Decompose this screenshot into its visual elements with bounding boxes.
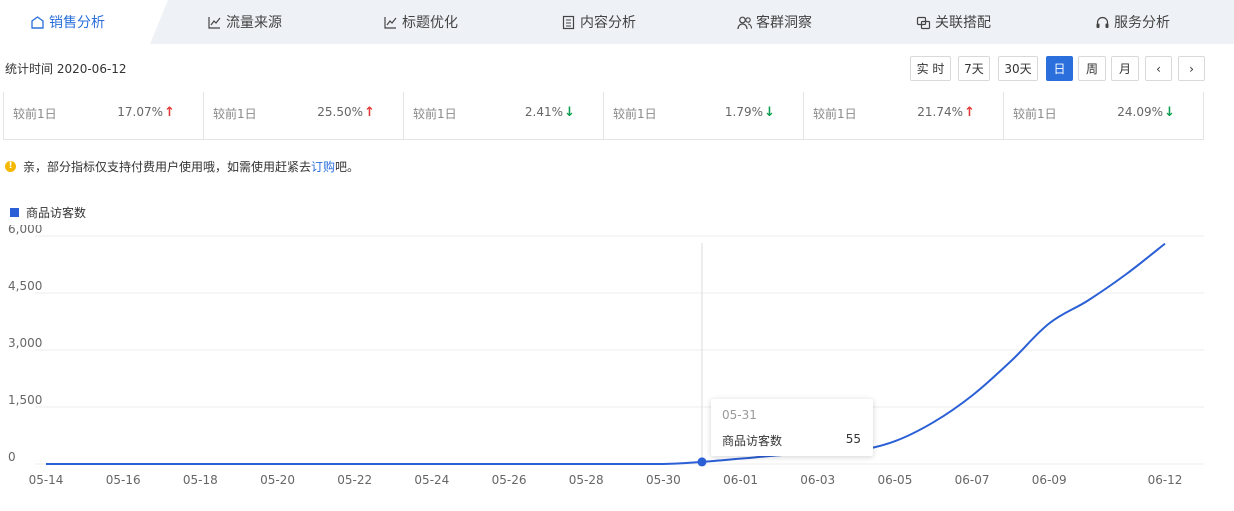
x-tick-label: 05-22 (337, 473, 372, 487)
x-tick-label: 05-16 (106, 473, 141, 487)
tab-label: 客群洞察 (756, 15, 812, 31)
series-line (46, 242, 1166, 465)
notice: ! 亲，部分指标仅支持付费用户使用哦，如需使用赶紧去 订购 吧。 (5, 158, 359, 175)
x-tick-label: 06-05 (877, 473, 912, 487)
metric-cell: 较前1日 1.79% ↓ (604, 92, 804, 139)
metric-cell: 较前1日 17.07% ↑ (4, 92, 204, 139)
tab-label: 服务分析 (1114, 15, 1170, 31)
arrow-down-icon: ↓ (564, 105, 575, 120)
tab-5[interactable]: 关联搭配 (916, 0, 991, 44)
stat-time: 统计时间 2020-06-12 (5, 62, 127, 76)
line-chart-icon (383, 15, 398, 30)
metric-percent: 17.07% (117, 105, 163, 119)
metric-percent: 24.09% (1117, 105, 1163, 119)
metric-percent: 25.50% (317, 105, 363, 119)
legend-label: 商品访客数 (26, 206, 87, 220)
x-tick-label: 05-30 (646, 473, 681, 487)
metric-label: 较前1日 (213, 107, 257, 121)
tab-bar: 销售分析 流量来源 标题优化 内容分析 客群洞察 关联搭配 服务分析 (0, 0, 1234, 44)
arrow-down-icon: ↓ (1164, 105, 1175, 120)
users-icon (737, 15, 753, 30)
x-tick-label: 05-28 (569, 473, 604, 487)
notice-text: 亲，部分指标仅支持付费用户使用哦，如需使用赶紧去 (23, 160, 312, 174)
metric-cell: 较前1日 25.50% ↑ (204, 92, 404, 139)
stat-bar: 统计时间 2020-06-12 实 时 7天 30天日周月 ‹ › (0, 44, 1234, 92)
line-chart-icon (207, 15, 222, 30)
tab-6[interactable]: 服务分析 (1095, 0, 1170, 44)
legend-swatch (10, 208, 19, 217)
visitor-line-chart[interactable]: 6,000 4,500 3,000 1,500 0 05-14 05-16 05-18 05-2… (0, 225, 1234, 511)
y-tick-label: 4,500 (8, 279, 42, 293)
range-button[interactable]: 7天 (958, 56, 990, 81)
tooltip-value: 55 (845, 432, 861, 446)
range-button[interactable]: 周 (1078, 56, 1106, 81)
y-tick-label: 3,000 (8, 336, 42, 350)
y-tick-label: 6,000 (8, 225, 42, 236)
tab-label: 流量来源 (226, 15, 282, 31)
x-tick-label: 06-09 (1032, 473, 1067, 487)
tab-label: 内容分析 (580, 15, 636, 31)
x-tick-label: 05-18 (183, 473, 218, 487)
y-tick-label: 0 (8, 450, 16, 464)
headset-icon (1095, 15, 1110, 30)
metric-label: 较前1日 (13, 107, 57, 121)
notice-suffix: 吧。 (335, 160, 360, 174)
metric-percent: 21.74% (917, 105, 963, 119)
range-button[interactable]: 30天 (998, 56, 1038, 81)
metric-label: 较前1日 (813, 107, 857, 121)
tab-1[interactable]: 流量来源 (207, 0, 282, 44)
metric-cell: 较前1日 2.41% ↓ (404, 92, 604, 139)
x-tick-label: 05-20 (260, 473, 295, 487)
metric-percent: 1.79% (724, 105, 763, 119)
metric-cell: 较前1日 24.09% ↓ (1004, 92, 1203, 139)
range-button[interactable]: 月 (1111, 56, 1139, 81)
arrow-up-icon: ↑ (164, 105, 175, 120)
chart-legend[interactable]: 商品访客数 (10, 204, 86, 221)
tooltip-series-name: 商品访客数 (722, 434, 783, 448)
metrics-row: 较前1日 17.07% ↑ 较前1日 25.50% ↑ 较前1日 2.41% ↓ 较前1日 1.79… (3, 92, 1204, 140)
tab-label: 销售分析 (49, 15, 105, 31)
x-tick-label: 06-01 (723, 473, 758, 487)
x-tick-label: 06-07 (955, 473, 990, 487)
link-icon (916, 15, 931, 30)
x-tick-label: 05-24 (414, 473, 449, 487)
arrow-up-icon: ↑ (964, 105, 975, 120)
metric-cell: 较前1日 21.74% ↑ (804, 92, 1004, 139)
range-button[interactable]: 实 时 (910, 56, 951, 81)
home-icon (30, 15, 45, 30)
tab-2[interactable]: 标题优化 (383, 0, 458, 44)
document-icon (561, 15, 576, 30)
x-tick-label: 06-03 (800, 473, 835, 487)
tab-3[interactable]: 内容分析 (561, 0, 636, 44)
metric-label: 较前1日 (613, 107, 657, 121)
range-button[interactable]: 日 (1046, 56, 1073, 81)
next-button[interactable]: › (1178, 56, 1205, 81)
arrow-up-icon: ↑ (364, 105, 375, 120)
hover-point (697, 457, 707, 467)
tab-label: 关联搭配 (935, 15, 991, 31)
subscribe-link[interactable]: 订购 (311, 158, 335, 175)
metric-label: 较前1日 (413, 107, 457, 121)
prev-button[interactable]: ‹ (1145, 56, 1172, 81)
metric-percent: 2.41% (524, 105, 563, 119)
chart-tooltip: 05-31 商品访客数 55 (711, 399, 873, 456)
tab-label: 标题优化 (402, 15, 458, 31)
x-tick-label: 06-12 (1148, 473, 1183, 487)
tooltip-date: 05-31 (722, 408, 757, 422)
arrow-down-icon: ↓ (764, 105, 775, 120)
info-icon: ! (5, 161, 16, 172)
tab-4[interactable]: 客群洞察 (737, 0, 812, 44)
tab-0[interactable]: 销售分析 (30, 0, 105, 44)
metric-label: 较前1日 (1013, 107, 1057, 121)
x-tick-label: 05-26 (492, 473, 527, 487)
x-tick-label: 05-14 (29, 473, 64, 487)
y-tick-label: 1,500 (8, 393, 42, 407)
